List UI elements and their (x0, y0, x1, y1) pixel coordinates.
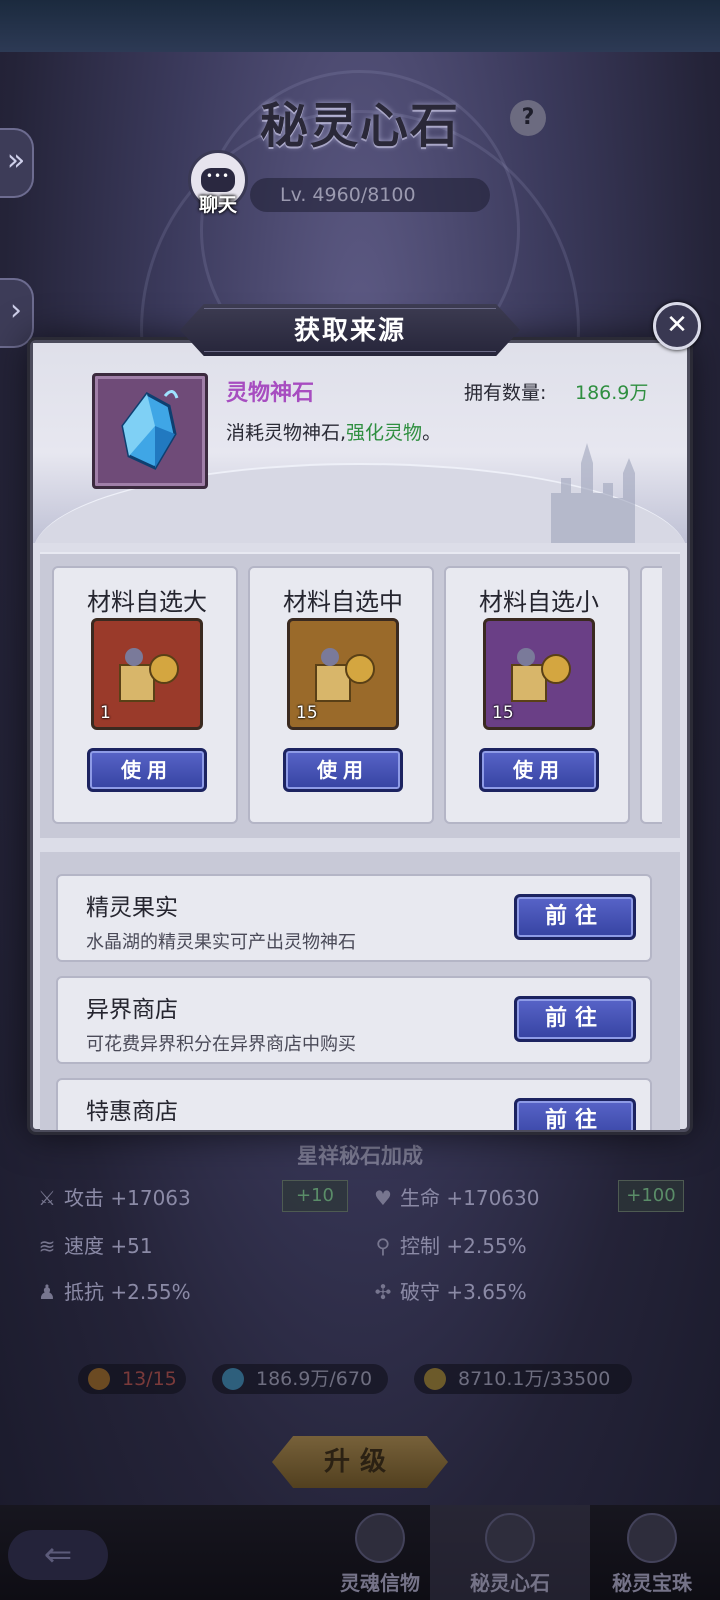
stats-title: 星祥秘石加成 (297, 1144, 423, 1168)
crystal-icon (222, 1368, 244, 1390)
source-title: 精灵果实 (86, 895, 178, 921)
stat-speed: ≋ 速度 +51 (36, 1230, 153, 1259)
back-arrow-icon[interactable]: ⇐ (8, 1530, 108, 1580)
material-title: 材料自选小 (479, 588, 599, 616)
help-icon[interactable]: ? (510, 100, 546, 136)
source-desc: 水晶湖的精灵果实可产出灵物神石 (86, 932, 356, 953)
source-row: 特惠商店 前往 (56, 1078, 652, 1130)
stat-health: ♥ 生命 +170630 (372, 1182, 539, 1211)
resource-token: 13/15 (78, 1364, 186, 1394)
go-button[interactable]: 前往 (514, 996, 636, 1042)
stat-break: ✣ 破守 +3.65% (372, 1276, 527, 1305)
sources-panel: 精灵果实 水晶湖的精灵果实可产出灵物神石 前往 异界商店 可花费异界积分在异界商… (40, 852, 680, 1130)
control-icon: ⚲ (375, 1234, 391, 1258)
soul-token-icon (355, 1513, 405, 1563)
chat-bubble-icon: ••• (201, 168, 235, 192)
item-description: 消耗灵物神石,强化灵物。 (226, 422, 442, 444)
item-name: 灵物神石 (226, 381, 315, 406)
use-button[interactable]: 使用 (283, 748, 403, 792)
level-progress: Lv. 4960/8100 (250, 178, 490, 212)
token-icon (88, 1368, 110, 1390)
modal-title: 获取来源 (204, 308, 496, 352)
chat-label: 聊天 (198, 194, 237, 216)
crystal-icon (121, 390, 179, 470)
tab-spirit-orb[interactable]: 秘灵宝珠 (572, 1505, 720, 1600)
resource-crystal: 186.9万/670 (212, 1364, 388, 1394)
resource-coin: 8710.1万/33500 (414, 1364, 632, 1394)
tab-heart-stone[interactable]: 秘灵心石 (430, 1505, 590, 1600)
stat-attack-bonus: +10 (282, 1180, 348, 1212)
source-row: 精灵果实 水晶湖的精灵果实可产出灵物神石 前往 (56, 874, 652, 962)
boot-icon: ≋ (38, 1234, 56, 1258)
stat-control: ⚲ 控制 +2.55% (372, 1230, 527, 1259)
source-desc: 可花费异界积分在异界商店中购买 (86, 1034, 356, 1055)
go-button[interactable]: 前往 (514, 894, 636, 940)
stat-resist: ♟ 抵抗 +2.55% (36, 1276, 191, 1305)
material-card-large: 材料自选大 1 使用 (52, 566, 238, 824)
material-title: 材料自选大 (87, 588, 207, 616)
use-button[interactable]: 使用 (479, 748, 599, 792)
close-icon[interactable]: ✕ (653, 302, 701, 350)
heart-icon: ♥ (374, 1186, 392, 1210)
gift-box-icon[interactable]: 15 (483, 618, 595, 730)
stat-attack: ⚔ 攻击 +17063 (36, 1182, 191, 1211)
sword-icon: ⚔ (38, 1186, 56, 1210)
material-card-medium: 材料自选中 15 使用 (248, 566, 434, 824)
heart-stone-icon (485, 1513, 535, 1563)
material-count: 15 (296, 703, 318, 723)
spirit-orb-icon (627, 1513, 677, 1563)
material-title: 材料自选中 (283, 588, 403, 616)
material-card-partial (640, 566, 662, 824)
item-icon-frame (92, 373, 208, 489)
top-status-bar (0, 0, 720, 52)
stat-health-bonus: +100 (618, 1180, 684, 1212)
coin-icon (424, 1368, 446, 1390)
gift-box-icon[interactable]: 15 (287, 618, 399, 730)
expand-arrow-icon[interactable]: » (0, 128, 34, 198)
source-row: 异界商店 可花费异界积分在异界商店中购买 前往 (56, 976, 652, 1064)
page-title: 秘灵心石 (259, 98, 460, 154)
owned-value: 186.9万 (575, 382, 649, 404)
material-count: 15 (492, 703, 514, 723)
gift-box-icon[interactable]: 1 (91, 618, 203, 730)
owned-label: 拥有数量: (464, 382, 547, 404)
break-icon: ✣ (374, 1280, 392, 1304)
go-button[interactable]: 前往 (514, 1098, 636, 1130)
material-count: 1 (100, 703, 111, 723)
source-title: 异界商店 (86, 997, 178, 1023)
side-panel-arrow-icon[interactable]: › (0, 278, 34, 348)
upgrade-button[interactable]: 升级 (272, 1436, 448, 1488)
castle-silhouette-icon (551, 443, 635, 543)
source-title: 特惠商店 (86, 1099, 178, 1125)
resist-icon: ♟ (38, 1280, 56, 1304)
use-button[interactable]: 使用 (87, 748, 207, 792)
material-card-small: 材料自选小 15 使用 (444, 566, 630, 824)
